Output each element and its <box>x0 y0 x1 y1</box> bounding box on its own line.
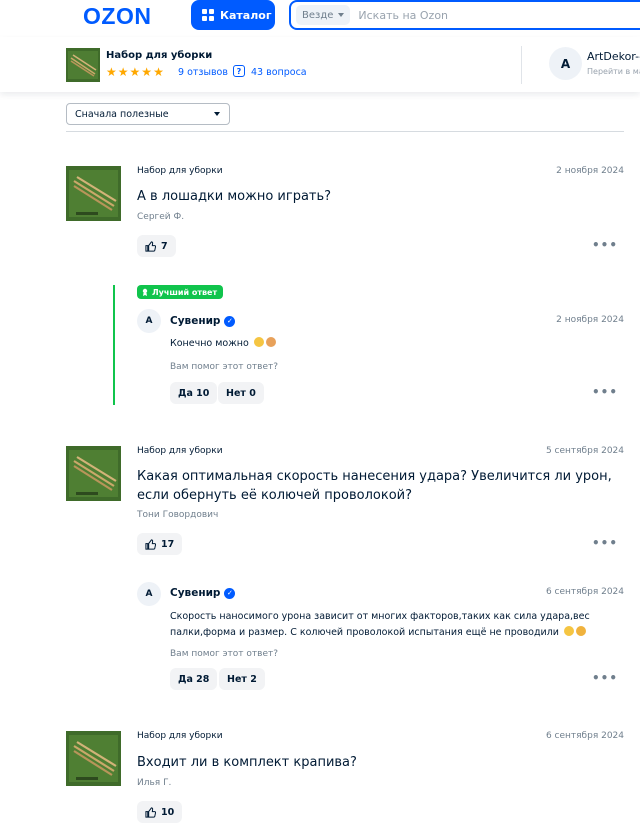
question-author: Илья Г. <box>137 778 172 788</box>
answer-text-content: Конечно можно <box>170 338 249 349</box>
best-answer-badge: Лучший ответ <box>137 285 224 299</box>
reviews-link[interactable]: 9 отзывов <box>178 67 228 78</box>
product-name[interactable]: Набор для уборки <box>106 50 212 61</box>
vote-no-button[interactable]: Нет 2 <box>219 668 265 690</box>
question-text: А в лошадки можно играть? <box>137 189 332 204</box>
more-options-icon[interactable]: ••• <box>592 385 618 399</box>
rating-stars: ★ ★ ★ ★ ★ <box>106 66 164 78</box>
question-author: Сергей Ф. <box>137 212 185 222</box>
chevron-down-icon <box>338 13 345 17</box>
seller-avatar[interactable]: A <box>549 47 582 80</box>
question-author: Тони Говордович <box>137 510 219 520</box>
divider <box>521 46 522 84</box>
answer-text: Конечно можно <box>170 336 630 352</box>
vote-yes-button[interactable]: Да 10 <box>170 382 218 404</box>
question-text: Какая оптимальная скорость нанесения уда… <box>137 469 612 503</box>
questions-link[interactable]: 43 вопроса <box>251 67 307 78</box>
star-icon: ★ <box>129 65 141 79</box>
thumbs-up-icon <box>145 538 156 550</box>
question-date: 6 сентября 2024 <box>545 731 624 741</box>
answer-avatar: A <box>137 582 161 606</box>
answer-avatar: A <box>137 309 161 333</box>
vote-no-button[interactable]: Нет 0 <box>218 382 264 404</box>
question-icon: ? <box>233 65 245 77</box>
verified-icon: ✓ <box>224 587 236 599</box>
helpful-question: Вам помог этот ответ? <box>170 649 279 659</box>
divider <box>66 131 624 132</box>
catalog-button[interactable]: Каталог <box>191 0 275 30</box>
like-count: 17 <box>161 538 175 550</box>
award-icon <box>142 288 148 296</box>
top-bar: OZON Каталог Везде <box>0 0 640 36</box>
grinning-face-emoji-icon <box>253 337 264 347</box>
answer-author-name: Сувенир <box>170 587 221 599</box>
sort-selected-label: Сначала полезные <box>75 108 169 120</box>
star-icon: ★ <box>106 65 117 79</box>
like-count: 10 <box>161 806 175 818</box>
answer-date: 6 сентября 2024 <box>545 587 624 597</box>
star-icon: ★ <box>141 65 153 79</box>
product-header: Набор для уборки ★ ★ ★ ★ ★ 9 отзывов ? 43 во… <box>0 37 640 92</box>
helpful-question: Вам помог этот ответ? <box>170 362 279 372</box>
more-options-icon[interactable]: ••• <box>592 238 618 252</box>
question-date: 2 ноября 2024 <box>556 166 624 176</box>
star-icon: ★ <box>153 65 164 79</box>
question-product-thumbnail[interactable] <box>66 446 121 501</box>
smiling-face-emoji-icon <box>564 626 575 636</box>
product-thumbnail[interactable] <box>66 48 100 82</box>
like-count: 7 <box>161 240 168 252</box>
person-emoji-icon <box>265 337 276 347</box>
best-answer-indicator <box>113 285 115 405</box>
like-button[interactable]: 10 <box>137 801 183 823</box>
question-product-tag[interactable]: Набор для уборки <box>137 166 223 176</box>
answer-author[interactable]: Сувенир ✓ <box>170 587 236 599</box>
chevron-down-icon <box>214 112 220 116</box>
handshake-emoji-icon <box>576 626 587 636</box>
verified-icon: ✓ <box>224 315 236 327</box>
question-product-tag[interactable]: Набор для уборки <box>137 446 223 456</box>
thumbs-up-icon <box>145 240 156 252</box>
vote-yes-button[interactable]: Да 28 <box>170 668 218 690</box>
catalog-label: Каталог <box>220 8 272 22</box>
question-product-thumbnail[interactable] <box>66 166 121 221</box>
like-button[interactable]: 7 <box>137 235 176 257</box>
question-date: 5 сентября 2024 <box>545 446 624 456</box>
seller-store-link[interactable]: Перейти в ма <box>587 67 640 76</box>
search-scope-dropdown[interactable]: Везде <box>296 5 351 25</box>
more-options-icon[interactable]: ••• <box>592 536 618 550</box>
answer-date: 2 ноября 2024 <box>556 315 624 325</box>
search-box: Везде <box>289 0 640 30</box>
ozon-logo[interactable]: OZON <box>83 3 151 30</box>
answer-text-content: Скорость наносимого урона зависит от мно… <box>170 611 590 638</box>
sort-select[interactable]: Сначала полезные <box>66 103 230 125</box>
search-scope-label: Везде <box>302 9 334 21</box>
question-product-thumbnail[interactable] <box>66 731 121 786</box>
answer-text: Скорость наносимого урона зависит от мно… <box>170 609 630 641</box>
star-icon: ★ <box>117 65 129 79</box>
more-options-icon[interactable]: ••• <box>592 671 618 685</box>
thumbs-up-icon <box>145 806 156 818</box>
search-input[interactable] <box>358 8 559 22</box>
answer-author[interactable]: Сувенир ✓ <box>170 315 236 327</box>
like-button[interactable]: 17 <box>137 533 183 555</box>
best-answer-label: Лучший ответ <box>152 287 218 297</box>
question-product-tag[interactable]: Набор для уборки <box>137 731 223 741</box>
seller-name[interactable]: ArtDekor-— <box>587 50 640 63</box>
answer-author-name: Сувенир <box>170 315 221 327</box>
grid-icon <box>202 9 214 21</box>
question-text: Входит ли в комплект крапива? <box>137 755 357 770</box>
